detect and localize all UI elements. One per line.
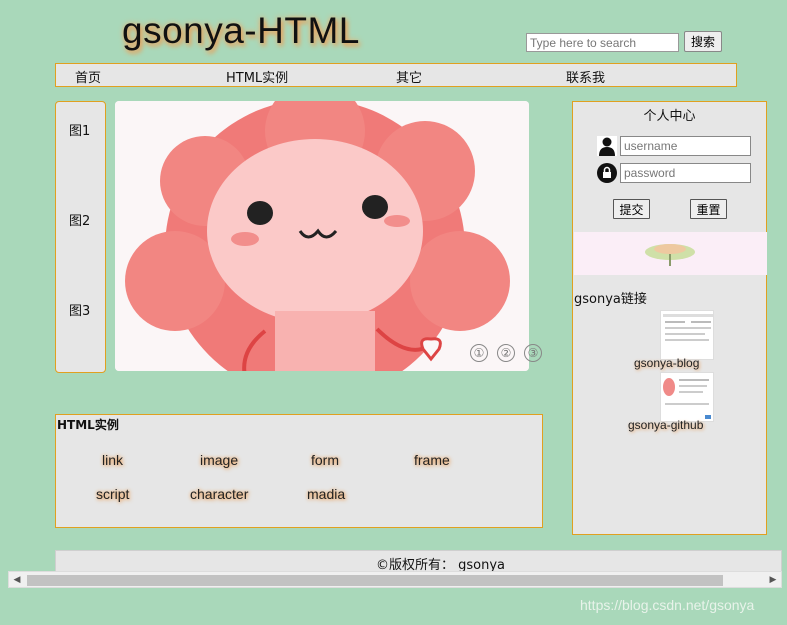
- thumb-item-2[interactable]: 图2: [69, 210, 90, 229]
- thumb-item-3[interactable]: 图3: [69, 300, 90, 319]
- thumbnail-panel: 图1 图2 图3: [55, 101, 106, 373]
- nav-item-home[interactable]: 首页: [75, 67, 101, 86]
- watermark: https://blog.csdn.net/gsonya: [580, 597, 755, 613]
- example-link-character[interactable]: character: [190, 486, 248, 502]
- lock-icon: [597, 163, 617, 183]
- profile-panel: 个人中心 提交 重置 gsonya链接 gsonya-blog: [572, 101, 767, 535]
- example-link-script[interactable]: script: [96, 486, 129, 502]
- example-link-form[interactable]: form: [311, 452, 339, 468]
- github-thumbnail[interactable]: [660, 372, 714, 422]
- nav-item-other[interactable]: 其它: [396, 67, 422, 86]
- slider-page-3[interactable]: ③: [524, 344, 542, 362]
- blog-preview-image: [661, 311, 713, 359]
- cartoon-illustration: [115, 101, 529, 371]
- scroll-right-icon[interactable]: ▶: [767, 574, 779, 585]
- reset-button[interactable]: 重置: [690, 199, 727, 219]
- submit-button[interactable]: 提交: [613, 199, 650, 219]
- slider-page-2[interactable]: ②: [497, 344, 515, 362]
- nav-bar: 首页 HTML实例 其它 联系我: [55, 63, 737, 87]
- site-title: gsonya-HTML: [122, 10, 360, 51]
- user-icon: [597, 136, 617, 156]
- slider-page-1[interactable]: ①: [470, 344, 488, 362]
- github-preview-image: [661, 373, 713, 421]
- footer: ©版权所有： gsonya: [55, 550, 782, 573]
- horizontal-scrollbar[interactable]: ◀ ▶: [8, 571, 782, 588]
- examples-title: HTML实例: [57, 418, 119, 432]
- nav-item-html-examples[interactable]: HTML实例: [226, 67, 288, 86]
- search-input[interactable]: [526, 33, 679, 52]
- username-field[interactable]: [620, 136, 751, 156]
- link-blog[interactable]: gsonya-blog: [634, 356, 699, 370]
- example-link-madia[interactable]: madia: [307, 486, 345, 502]
- scroll-left-icon[interactable]: ◀: [11, 574, 23, 585]
- search-button[interactable]: 搜索: [684, 31, 722, 52]
- blog-thumbnail[interactable]: [660, 310, 714, 360]
- scrollbar-thumb[interactable]: [27, 575, 723, 586]
- link-github[interactable]: gsonya-github: [628, 418, 703, 432]
- thumb-item-1[interactable]: 图1: [69, 120, 90, 139]
- password-field[interactable]: [620, 163, 751, 183]
- example-link-frame[interactable]: frame: [414, 452, 450, 468]
- banner-strip: [574, 232, 767, 275]
- links-heading: gsonya链接: [574, 292, 647, 307]
- example-link-link[interactable]: link: [102, 452, 123, 468]
- banner-decoration: [645, 244, 695, 266]
- example-link-image[interactable]: image: [200, 452, 238, 468]
- slider-image[interactable]: [115, 101, 529, 371]
- nav-item-contact[interactable]: 联系我: [566, 67, 605, 86]
- profile-title: 个人中心: [643, 109, 696, 124]
- examples-box: HTML实例 link image form frame script char…: [55, 414, 543, 528]
